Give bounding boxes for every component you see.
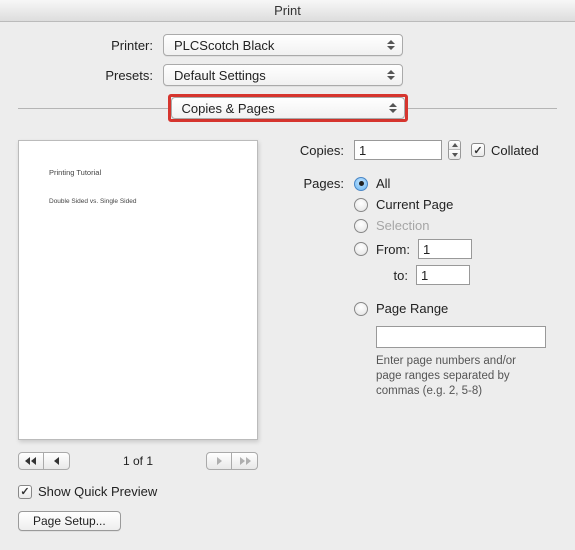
collated-label: Collated [491, 143, 539, 158]
page-indicator: 1 of 1 [123, 454, 153, 468]
prev-page-button[interactable] [44, 452, 70, 470]
preview-doc-title: Printing Tutorial [49, 167, 227, 179]
page-setup-button[interactable]: Page Setup... [18, 511, 121, 531]
updown-icon [384, 65, 398, 85]
pages-from-radio[interactable] [354, 242, 368, 256]
printer-label: Printer: [18, 38, 163, 53]
first-page-button[interactable] [18, 452, 44, 470]
last-page-button[interactable] [232, 452, 258, 470]
pages-current-label: Current Page [376, 197, 453, 212]
page-preview: Printing Tutorial Double Sided vs. Singl… [18, 140, 258, 440]
stepper-up-icon [449, 141, 460, 150]
pages-from-value: 1 [423, 242, 430, 257]
pages-to-input[interactable]: 1 [416, 265, 470, 285]
pages-range-radio[interactable] [354, 302, 368, 316]
show-quick-preview-label: Show Quick Preview [38, 484, 157, 499]
pages-to-label: to: [376, 268, 416, 283]
pages-label: Pages: [296, 176, 354, 191]
copies-label: Copies: [296, 143, 354, 158]
printer-select[interactable]: PLCScotch Black [163, 34, 403, 56]
section-select[interactable]: Copies & Pages [171, 97, 405, 119]
show-quick-preview-checkbox[interactable] [18, 485, 32, 499]
window-titlebar: Print [0, 0, 575, 22]
pages-range-label: Page Range [376, 301, 448, 316]
section-select-value: Copies & Pages [182, 101, 275, 116]
divider [408, 108, 558, 109]
pages-to-value: 1 [421, 268, 428, 283]
stepper-down-icon [449, 150, 460, 159]
pages-current-radio[interactable] [354, 198, 368, 212]
pages-from-input[interactable]: 1 [418, 239, 472, 259]
pages-all-radio[interactable] [354, 177, 368, 191]
copies-input[interactable]: 1 [354, 140, 442, 160]
copies-value: 1 [359, 143, 366, 158]
pages-range-hint: Enter page numbers and/or page ranges se… [354, 354, 534, 399]
presets-select[interactable]: Default Settings [163, 64, 403, 86]
updown-icon [386, 98, 400, 118]
pages-selection-label: Selection [376, 218, 429, 233]
printer-select-value: PLCScotch Black [174, 38, 274, 53]
presets-label: Presets: [18, 68, 163, 83]
next-page-button[interactable] [206, 452, 232, 470]
pages-from-label: From: [376, 242, 410, 257]
divider [18, 108, 168, 109]
pages-range-input[interactable] [376, 326, 546, 348]
presets-select-value: Default Settings [174, 68, 266, 83]
pages-selection-radio[interactable] [354, 219, 368, 233]
updown-icon [384, 35, 398, 55]
window-title: Print [274, 3, 301, 18]
highlight-box: Copies & Pages [168, 94, 408, 122]
preview-doc-subtitle: Double Sided vs. Single Sided [49, 197, 227, 207]
copies-stepper[interactable] [448, 140, 461, 160]
pages-all-label: All [376, 176, 390, 191]
collated-checkbox[interactable] [471, 143, 485, 157]
page-setup-label: Page Setup... [33, 514, 106, 528]
